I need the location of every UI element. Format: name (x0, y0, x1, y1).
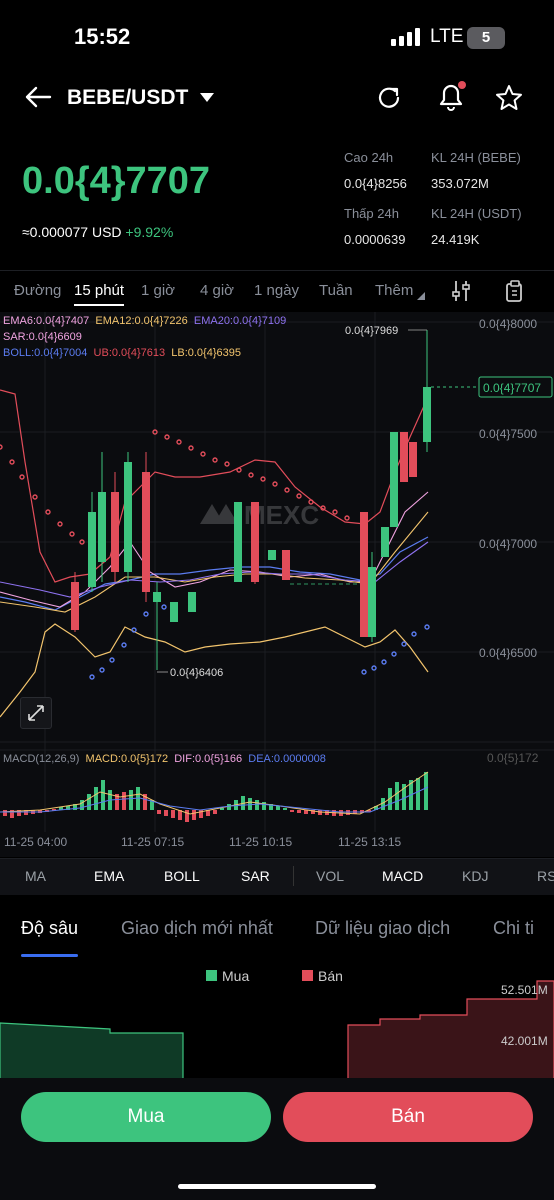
ind-rsi[interactable]: RS (537, 868, 554, 884)
ind-macd[interactable]: MACD (382, 868, 423, 884)
ema6-value: EMA6:0.0{4}7407 (3, 315, 90, 327)
tab-1d[interactable]: 1 ngày (254, 282, 299, 299)
clipboard-icon[interactable] (504, 280, 524, 302)
y-label-1: 0.0{4}8000 (479, 317, 538, 331)
y-label-2: 0.0{4}7500 (479, 427, 538, 441)
depth-chart (0, 980, 554, 1085)
lb-value: LB:0.0{4}6395 (171, 347, 241, 359)
price-approx-usd: ≈0.000077 USD +9.92% (22, 224, 173, 240)
network-type: LTE (430, 26, 464, 47)
macd-params: MACD(12,26,9) (3, 753, 80, 765)
refresh-icon[interactable] (376, 84, 404, 112)
back-arrow-icon[interactable] (24, 86, 52, 108)
ind-vol[interactable]: VOL (316, 868, 344, 884)
indicator-legend: EMA6:0.0{4}7407 EMA12:0.0{4}7226 EMA20:0… (3, 313, 286, 361)
vol-bebe-label: KL 24H (BEBE) (431, 150, 521, 165)
dif-value: DIF:0.0{5}166 (174, 753, 243, 765)
y-label-4: 0.0{4}6500 (479, 646, 538, 660)
home-indicator (178, 1184, 376, 1189)
status-time: 15:52 (74, 24, 131, 49)
boll-value: BOLL:0.0{4}7004 (3, 347, 88, 359)
x-label-1: 11-25 04:00 (4, 835, 68, 849)
low-marker-label: 0.0{4}6406 (170, 667, 224, 679)
star-icon[interactable] (495, 84, 523, 112)
high-24h-label: Cao 24h (344, 150, 394, 165)
x-label-2: 11-25 07:15 (121, 835, 185, 849)
bell-icon[interactable] (434, 80, 468, 114)
signal-icon (391, 28, 420, 46)
tab-active-underline (74, 304, 124, 306)
ub-value: UB:0.0{4}7613 (93, 347, 166, 359)
tab-trade-data[interactable]: Dữ liệu giao dịch (315, 918, 450, 939)
ema12-value: EMA12:0.0{4}7226 (95, 315, 188, 327)
low-24h-label: Thấp 24h (344, 206, 399, 221)
high-24h-value: 0.0{4}8256 (344, 176, 407, 191)
buy-button[interactable]: Mua (21, 1092, 271, 1142)
ind-sar[interactable]: SAR (241, 868, 270, 884)
vol-usdt-label: KL 24H (USDT) (431, 206, 522, 221)
macd-value: MACD:0.0{5}172 (85, 753, 169, 765)
pair-title[interactable]: BEBE/USDT (67, 86, 188, 110)
ind-ma[interactable]: MA (25, 868, 46, 884)
x-label-3: 11-25 10:15 (229, 835, 293, 849)
dea-line (0, 786, 429, 813)
tab-details[interactable]: Chi ti (493, 918, 534, 939)
approx-usd-value: ≈0.000077 USD (22, 224, 122, 240)
depth-tab-underline (21, 954, 78, 957)
sell-button[interactable]: Bán (283, 1092, 533, 1142)
vol-bebe-value: 353.072M (431, 176, 489, 191)
sar-value: SAR:0.0{4}6609 (3, 331, 82, 343)
ind-boll[interactable]: BOLL (164, 868, 200, 884)
macd-histogram (3, 772, 428, 822)
macd-legend: MACD(12,26,9) MACD:0.0{5}172 DIF:0.0{5}1… (3, 753, 326, 765)
y-label-3: 0.0{4}7000 (479, 537, 538, 551)
price-change: +9.92% (125, 224, 174, 240)
tab-15m[interactable]: 15 phút (74, 282, 124, 299)
high-marker-label: 0.0{4}7969 (345, 325, 399, 337)
battery-icon: 5 (467, 27, 505, 49)
more-triangle-icon (417, 292, 425, 300)
depth-level-1: 52.501M (501, 983, 548, 997)
mexc-watermark: MEXC (200, 500, 319, 530)
low-24h-value: 0.0000639 (344, 232, 406, 247)
tab-line[interactable]: Đường (14, 282, 61, 299)
tab-1h[interactable]: 1 giờ (141, 282, 175, 299)
ind-kdj[interactable]: KDJ (462, 868, 488, 884)
depth-level-2: 42.001M (501, 1034, 548, 1048)
vol-usdt-value: 24.419K (431, 232, 480, 247)
tab-depth[interactable]: Độ sâu (21, 918, 78, 939)
ema20-value: EMA20:0.0{4}7109 (193, 315, 287, 327)
tab-week[interactable]: Tuần (319, 282, 353, 299)
expand-icon (28, 705, 44, 721)
tab-4h[interactable]: 4 giờ (200, 282, 234, 299)
x-label-4: 11-25 13:15 (338, 835, 402, 849)
dea-value: DEA:0.0000008 (248, 753, 326, 765)
settings-sliders-icon[interactable] (451, 280, 471, 302)
chevron-down-icon[interactable] (200, 93, 214, 103)
last-price: 0.0{4}7707 (22, 160, 211, 202)
indicator-divider (293, 866, 294, 886)
candlestick-chart[interactable]: MEXC (0, 312, 554, 857)
tab-more[interactable]: Thêm (375, 282, 413, 299)
expand-chart-button[interactable] (20, 697, 52, 729)
macd-axis-label: 0.0{5}172 (487, 751, 539, 765)
tab-latest-trades[interactable]: Giao dịch mới nhất (121, 918, 273, 939)
ind-ema[interactable]: EMA (94, 868, 124, 884)
current-price-tag: 0.0{4}7707 (483, 381, 542, 395)
